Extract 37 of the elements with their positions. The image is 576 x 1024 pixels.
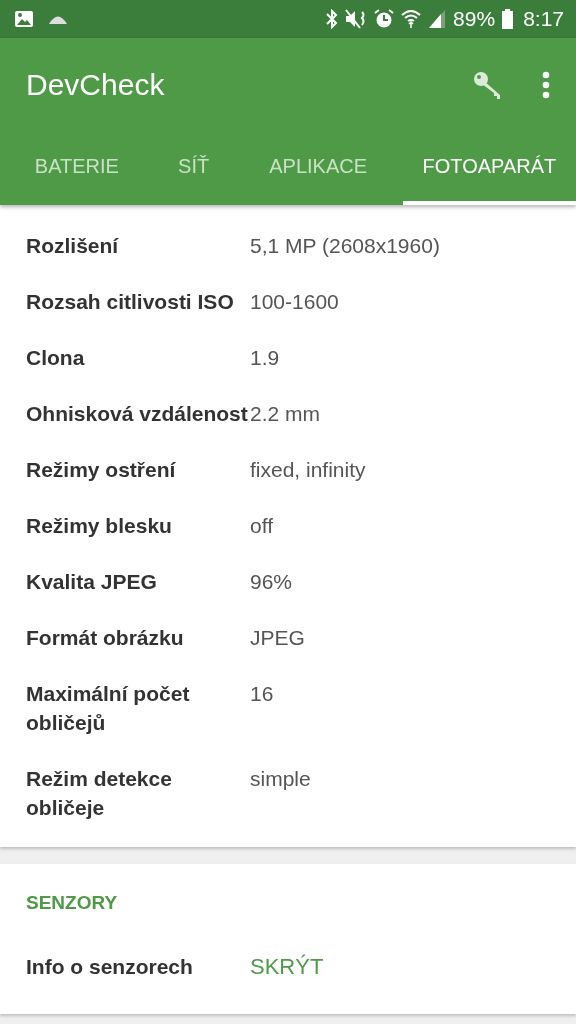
hide-link[interactable]: SKRÝT (250, 952, 324, 981)
tab[interactable]: APLIKACE (233, 132, 403, 205)
wifi-icon (401, 9, 422, 29)
property-label: Info o senzorech (26, 954, 194, 980)
property-value: simple (250, 766, 311, 792)
more-options-icon[interactable] (542, 71, 550, 99)
property-label: Ohnisková vzdálenost (26, 401, 249, 427)
property-label: Rozsah citlivosti ISO (26, 289, 235, 315)
property-label: Kvalita JPEG (26, 569, 158, 595)
property-value: 1.9 (250, 345, 280, 371)
property-label: Režim detekce obličeje (26, 766, 173, 821)
property-value: 5,1 MP (2608x1960) (250, 233, 440, 259)
battery-icon (502, 9, 514, 29)
property-label: Rozlišení (26, 233, 120, 259)
app-title: DevCheck (26, 68, 166, 102)
property-value: JPEG (250, 625, 305, 651)
property-value: 2.2 mm (250, 401, 320, 427)
property-value: 16 (250, 681, 274, 707)
image-icon (14, 10, 34, 28)
section-heading: SENZORY (25, 891, 119, 915)
key-icon[interactable] (472, 70, 502, 100)
property-label: Formát obrázku (26, 625, 185, 651)
property-label: Režimy blesku (26, 513, 173, 539)
clock-time: 8:17 (523, 7, 564, 31)
property-value: 96% (250, 569, 293, 595)
property-value: 100-1600 (250, 289, 339, 315)
property-label: Maximální počet obličejů (26, 681, 191, 736)
property-label: Režimy ostření (26, 457, 177, 483)
property-label: Clona (26, 345, 86, 371)
alarm-icon (374, 9, 395, 29)
signal-icon (428, 9, 447, 29)
bluetooth-icon (326, 9, 339, 29)
tab[interactable]: SÍŤ (153, 132, 234, 205)
property-value: off (250, 513, 273, 539)
property-value: fixed, infinity (250, 457, 366, 483)
tab[interactable]: BATERIE (0, 132, 154, 205)
battery-percent: 89% (453, 7, 496, 31)
